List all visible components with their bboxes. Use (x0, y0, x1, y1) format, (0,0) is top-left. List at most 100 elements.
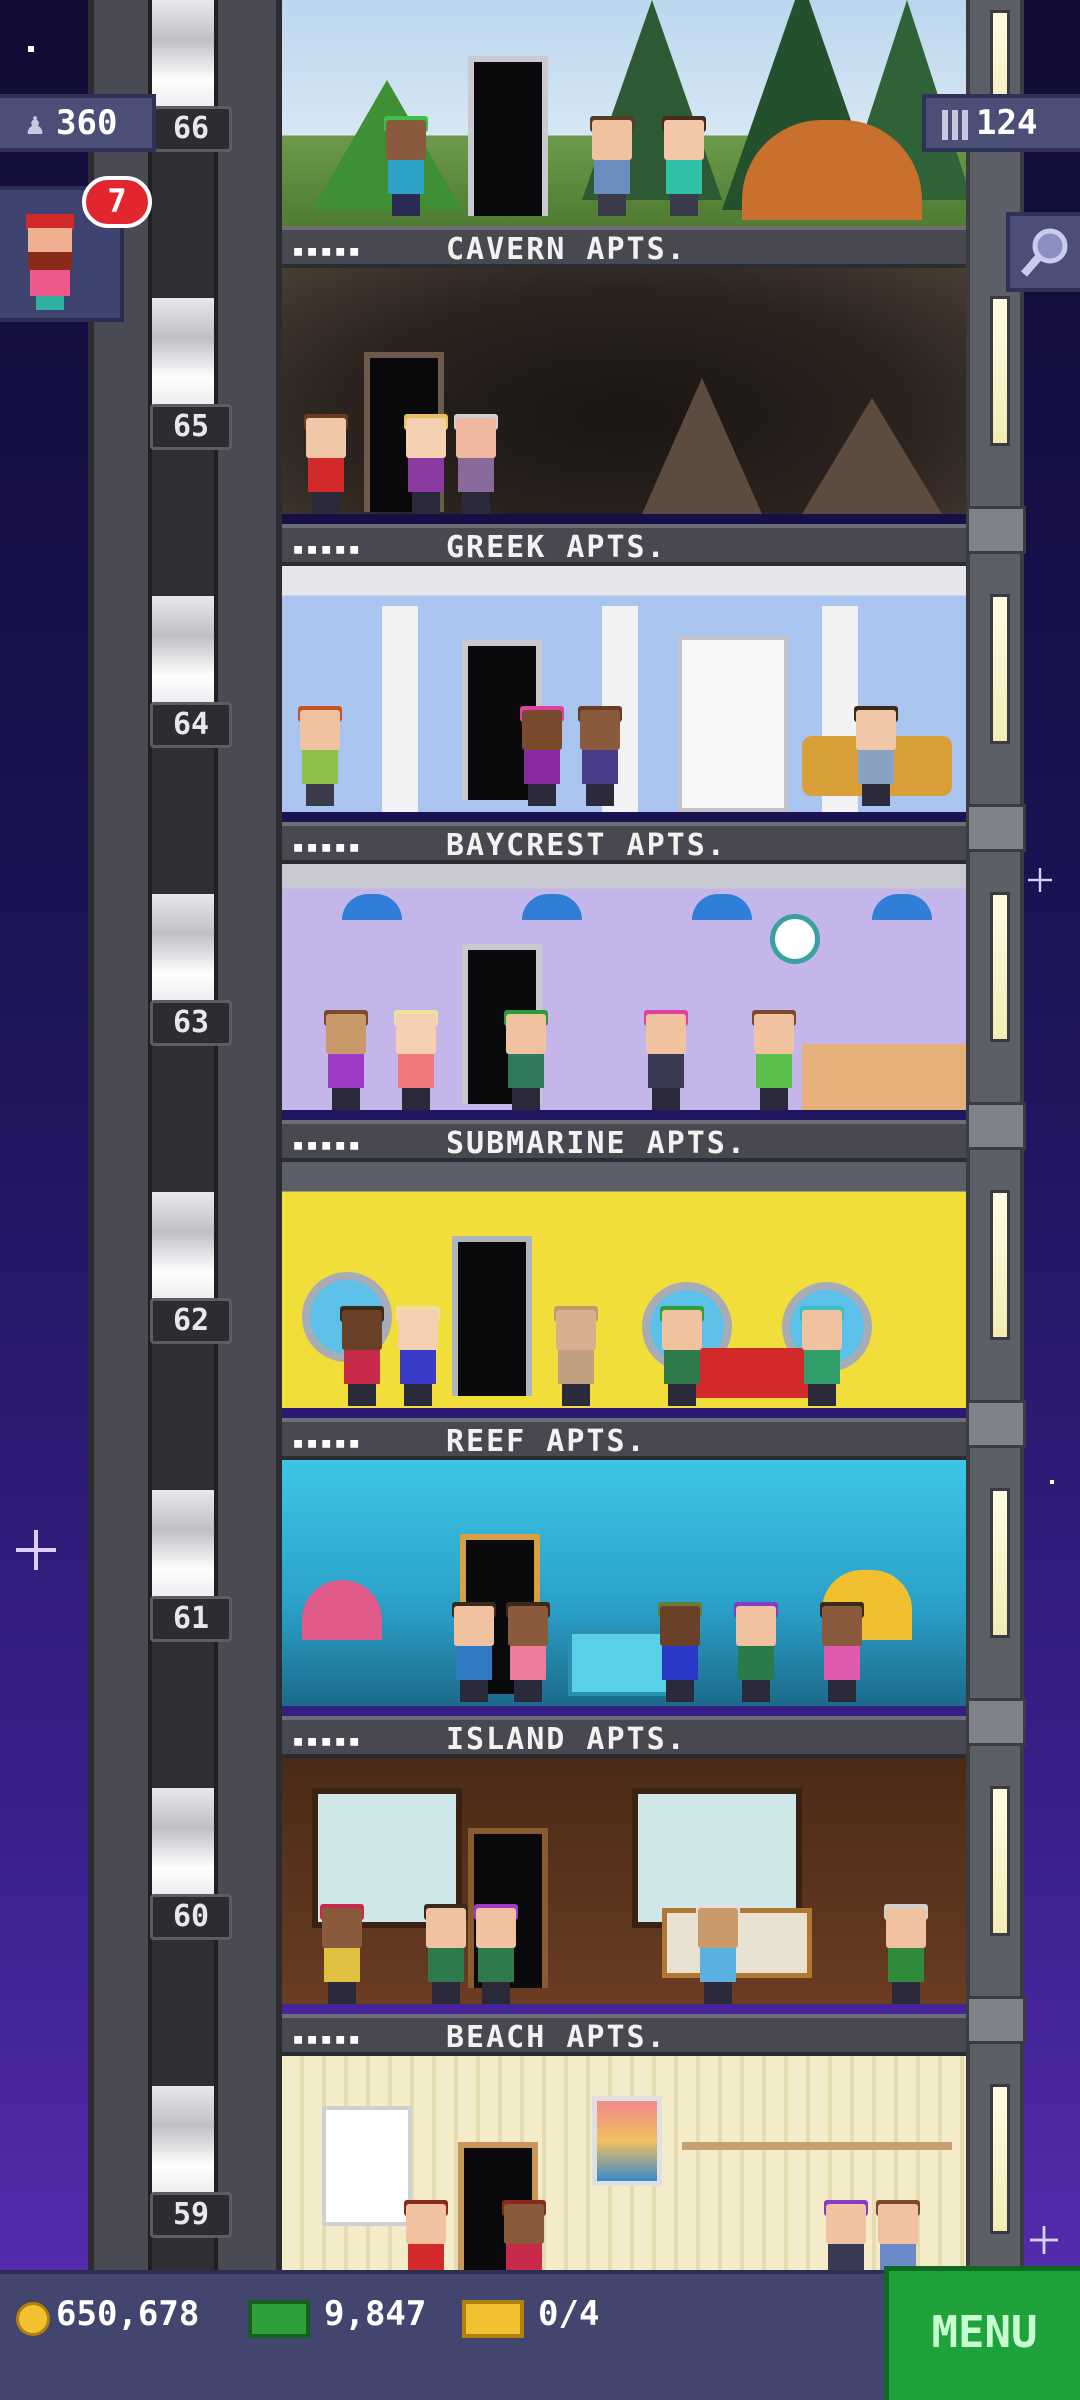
pendant-lamp (522, 894, 582, 920)
elevator-door[interactable] (468, 56, 548, 216)
search-button[interactable] (1006, 212, 1080, 292)
notification-badge: 7 (82, 176, 152, 228)
floor-number-62: 62 (150, 1298, 232, 1344)
resident[interactable] (660, 116, 708, 216)
floor-65-room[interactable] (282, 268, 966, 514)
resident[interactable] (818, 1602, 866, 1702)
sign-occupancy-dots: ▪▪▪▪▪ (292, 1728, 363, 1752)
sparkle-star (16, 1530, 56, 1570)
floor-66-room[interactable] (282, 0, 966, 226)
wall-bracket (966, 506, 1026, 554)
resident[interactable] (852, 706, 900, 806)
building-icon (942, 110, 968, 140)
star (28, 46, 34, 52)
resident[interactable] (502, 1010, 550, 1110)
tower-window-light (990, 1786, 1010, 1936)
wall-shelf (682, 2142, 952, 2150)
resident[interactable] (658, 1306, 706, 1406)
greek-column (382, 606, 418, 812)
floor-63-room[interactable] (282, 864, 966, 1110)
floor-number-60: 60 (150, 1894, 232, 1940)
resident[interactable] (642, 1010, 690, 1110)
resident[interactable] (394, 1306, 442, 1406)
sign-occupancy-dots: ▪▪▪▪▪ (292, 2026, 363, 2050)
tower-bux-counter[interactable]: 124 (922, 94, 1080, 152)
bookshelf (678, 636, 788, 812)
resident[interactable] (656, 1602, 704, 1702)
wall-bracket (966, 1996, 1026, 2044)
population-counter[interactable]: ♟ 360 (0, 94, 156, 152)
floor-sign-baycrest: ▪▪▪▪▪ BAYCREST APTS. (282, 822, 966, 864)
magnifier-icon (1020, 228, 1068, 277)
sign-occupancy-dots: ▪▪▪▪▪ (292, 238, 363, 262)
tower-window-light (990, 2084, 1010, 2234)
floor-60-room[interactable] (282, 1758, 966, 2004)
resident[interactable] (694, 1904, 742, 2004)
resident[interactable] (588, 116, 636, 216)
wall-clock-icon (770, 914, 820, 964)
resident[interactable] (450, 1602, 498, 1702)
bux-value: 124 (976, 103, 1038, 143)
floor-61-room[interactable] (282, 1460, 966, 1706)
wall-bracket (966, 804, 1026, 852)
resident[interactable] (874, 2200, 922, 2270)
wall-bracket (966, 1400, 1026, 1448)
resident[interactable] (382, 116, 430, 216)
resident[interactable] (402, 2200, 450, 2270)
floor-sign-submarine: ▪▪▪▪▪ SUBMARINE APTS. (282, 1120, 966, 1162)
resident[interactable] (552, 1306, 600, 1406)
resident[interactable] (302, 414, 350, 514)
floor-number-64: 64 (150, 702, 232, 748)
tickets-value: 0/4 (538, 2294, 600, 2334)
person-icon: ♟ (26, 107, 45, 142)
bearded-man-avatar (22, 214, 78, 310)
kitchen-counter (802, 1044, 966, 1110)
resident[interactable] (392, 1010, 440, 1110)
coin-icon (16, 2302, 50, 2336)
pendant-lamp (342, 894, 402, 920)
floor-name-label: CAVERN APTS. (446, 232, 687, 267)
resident[interactable] (732, 1602, 780, 1702)
stalagmite (642, 378, 762, 514)
resident[interactable] (422, 1904, 470, 2004)
floor-sign-reef: ▪▪▪▪▪ REEF APTS. (282, 1418, 966, 1460)
tower-window-light (990, 296, 1010, 446)
sparkle-star (1028, 868, 1052, 892)
floor-59-room[interactable] (282, 2056, 966, 2270)
resident[interactable] (296, 706, 344, 806)
resident[interactable] (338, 1306, 386, 1406)
tower-window-light (990, 892, 1010, 1042)
resident[interactable] (822, 2200, 870, 2270)
coins-value: 650,678 (56, 2294, 200, 2334)
floor-name-label: GREEK APTS. (446, 530, 667, 565)
cash-value: 9,847 (324, 2294, 427, 2334)
floor-sign-cavern: ▪▪▪▪▪ CAVERN APTS. (282, 226, 966, 268)
tower-window-light (990, 1190, 1010, 1340)
resident[interactable] (750, 1010, 798, 1110)
resident[interactable] (322, 1010, 370, 1110)
resident[interactable] (452, 414, 500, 514)
menu-button[interactable]: MENU (884, 2266, 1080, 2400)
ticket-icon (462, 2300, 524, 2338)
resident[interactable] (798, 1306, 846, 1406)
resident[interactable] (472, 1904, 520, 2004)
elevator-door[interactable] (452, 1236, 532, 1396)
resident[interactable] (576, 706, 624, 806)
floor-name-label: REEF APTS. (446, 1424, 647, 1459)
resident[interactable] (518, 706, 566, 806)
shutter-window (322, 2106, 412, 2226)
resident[interactable] (402, 414, 450, 514)
sign-occupancy-dots: ▪▪▪▪▪ (292, 1132, 363, 1156)
floor-64-room[interactable] (282, 566, 966, 812)
floor-sign-beach: ▪▪▪▪▪ BEACH APTS. (282, 2014, 966, 2056)
resident[interactable] (882, 1904, 930, 2004)
floor-62-room[interactable] (282, 1162, 966, 1408)
sign-occupancy-dots: ▪▪▪▪▪ (292, 1430, 363, 1454)
resident[interactable] (318, 1904, 366, 2004)
resident[interactable] (504, 1602, 552, 1702)
wall-bracket (966, 1698, 1026, 1746)
population-value: 360 (56, 103, 118, 143)
floor-number-65: 65 (150, 404, 232, 450)
resident[interactable] (500, 2200, 548, 2270)
sign-occupancy-dots: ▪▪▪▪▪ (292, 834, 363, 858)
